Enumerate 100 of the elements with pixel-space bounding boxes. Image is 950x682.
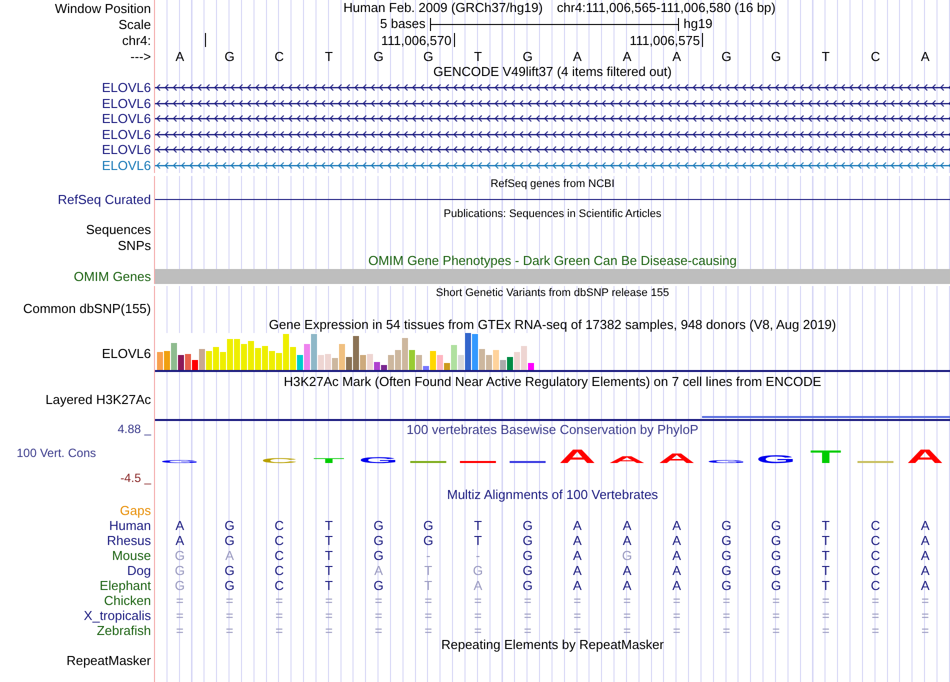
alignment-base: C xyxy=(870,518,880,532)
base-letter: A xyxy=(920,48,930,64)
gene-label: ELOVL6 xyxy=(102,126,151,142)
gene-label: ELOVL6 xyxy=(102,80,151,96)
alignment-base: = xyxy=(226,592,234,608)
alignment-base: G xyxy=(224,518,235,532)
alignment-base: = xyxy=(921,622,929,638)
alignment-base: = xyxy=(772,608,780,622)
alignment-base: = xyxy=(872,608,880,622)
alignment-base: G xyxy=(472,562,484,578)
alignment-base: T xyxy=(324,518,333,532)
alignment-base: = xyxy=(574,622,582,638)
alignment-base: = xyxy=(524,622,532,638)
track-label: ELOVL6 xyxy=(102,346,151,361)
base-letter: A xyxy=(573,48,582,64)
alignment-base: = xyxy=(226,608,234,622)
alignment-base: A xyxy=(622,518,632,532)
alignment-base: G xyxy=(374,578,384,592)
alignment-base: = xyxy=(474,608,482,622)
alignment-base: T xyxy=(324,532,333,548)
alignment-base: A xyxy=(176,518,184,532)
alignment-base: = xyxy=(275,592,284,608)
alignment-base: = xyxy=(772,622,780,638)
alignment-base: = xyxy=(574,608,582,622)
alignment-base: = xyxy=(822,592,830,608)
conservation-letter: A xyxy=(658,450,696,466)
alignment-base: T xyxy=(474,532,482,548)
scale-label: 5 bases xyxy=(380,15,426,34)
alignment-base: A xyxy=(920,578,930,592)
alignment-base: T xyxy=(822,562,830,578)
alignment-base: - xyxy=(476,548,480,562)
alignment-base: C xyxy=(870,548,880,562)
alignment-base: G xyxy=(423,518,434,532)
alignment-base: A xyxy=(573,518,582,532)
track-title: Multiz Alignments of 100 Vertebrates xyxy=(446,486,658,504)
base-letter: G xyxy=(522,48,533,64)
alignment-base: = xyxy=(474,592,482,608)
alignment-base: A xyxy=(374,562,383,578)
alignment-base: = xyxy=(623,592,631,608)
position-range: chr4:111,006,565-111,006,580 (16 bp) xyxy=(556,0,776,18)
alignment-base: A xyxy=(672,518,682,532)
base-letter: A xyxy=(672,48,682,64)
alignment-base: = xyxy=(921,592,929,608)
track-label: OMIM Genes xyxy=(74,269,151,284)
alignment-base: = xyxy=(524,592,532,608)
assembly-title: Human Feb. 2009 (GRCh37/hg19) xyxy=(342,0,543,18)
alignment-base: G xyxy=(374,548,384,562)
alignment-base: = xyxy=(325,592,333,608)
alignment-base: G xyxy=(771,562,782,578)
alignment-base: = xyxy=(574,592,582,608)
track-title: Short Genetic Variants from dbSNP release 155 xyxy=(436,286,670,302)
alignment-base: A xyxy=(672,578,682,592)
alignment-base: = xyxy=(722,622,730,638)
track-label: Common dbSNP(155) xyxy=(23,301,151,316)
base-letter: T xyxy=(474,48,482,64)
alignment-base: = xyxy=(374,592,382,608)
alignment-base: G xyxy=(721,518,732,532)
alignment-base: C xyxy=(274,518,284,532)
alignment-base: = xyxy=(226,622,234,638)
alignment-base: T xyxy=(474,518,482,532)
alignment-base: G xyxy=(771,578,782,592)
alignment-base: T xyxy=(424,562,432,578)
gene-label: ELOVL6 xyxy=(102,111,151,126)
alignment-base: = xyxy=(424,592,432,608)
alignment-base: C xyxy=(274,562,284,578)
alignment-base: T xyxy=(822,548,830,562)
track-label: RepeatMasker xyxy=(66,653,151,668)
track-label: 100 Vert. Cons xyxy=(16,446,96,461)
alignment-base: = xyxy=(772,592,780,608)
track-label: Sequences xyxy=(86,222,151,238)
row-label: chr4: xyxy=(122,32,151,48)
alignment-base: = xyxy=(722,592,730,608)
alignment-base: G xyxy=(224,532,235,548)
alignment-base: G xyxy=(174,548,185,562)
alignment-base: A xyxy=(573,532,582,548)
alignment-base: G xyxy=(721,548,732,562)
alignment-base: = xyxy=(524,608,532,622)
axis-min-label: -4.5 _ xyxy=(120,470,151,486)
assembly-label: hg19 xyxy=(684,15,712,34)
alignment-base: = xyxy=(176,608,184,622)
alignment-base: G xyxy=(522,532,533,548)
alignment-base: = xyxy=(374,622,382,638)
gene-label: ELOVL6 xyxy=(102,142,151,158)
track-title: H3K27Ac Mark (Often Found Near Active Regulatory Elements) on 7 cell lines from ENCODE xyxy=(284,372,822,391)
base-letter: C xyxy=(870,48,880,64)
track-title: RefSeq genes from NCBI xyxy=(490,176,615,192)
alignment-base: = xyxy=(623,622,631,638)
alignment-base: A xyxy=(920,532,930,548)
alignment-base: G xyxy=(174,578,185,592)
alignment-base: A xyxy=(672,562,682,578)
conservation-letter: A xyxy=(558,445,596,468)
base-letter: G xyxy=(423,48,434,64)
base-letter: T xyxy=(324,48,333,64)
alignment-base: G xyxy=(374,532,384,548)
alignment-base: G xyxy=(721,532,732,548)
alignment-base: C xyxy=(870,562,880,578)
alignment-base: = xyxy=(872,592,880,608)
alignment-base: T xyxy=(822,518,830,532)
alignment-base: G xyxy=(522,562,533,578)
track-title: OMIM Gene Phenotypes - Dark Green Can Be Disease-causing xyxy=(368,252,737,270)
